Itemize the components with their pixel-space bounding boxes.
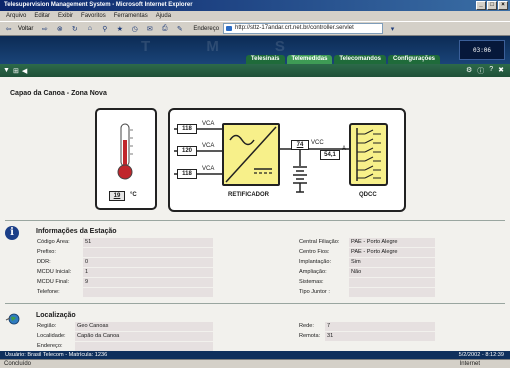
tree-icon[interactable]: ⊞ — [13, 67, 19, 75]
security-zone: Internet — [459, 361, 480, 367]
thermometer-icon — [117, 123, 133, 180]
qdcc-label: QDCC — [359, 192, 377, 198]
vca-label-3: VCA — [202, 166, 215, 172]
browser-toolbar: ⇦ Voltar ⇨ ⊗ ↻ ⌂ ⚲ ★ ◷ ✉ ⎙ ✎ Endereço ht… — [0, 21, 510, 36]
menu-editar[interactable]: Editar — [34, 11, 50, 21]
history-icon[interactable]: ◷ — [129, 23, 140, 34]
current-value: 54,1 — [320, 150, 340, 160]
station-info-title: Informações da Estação — [36, 228, 117, 235]
config-icon[interactable]: ⚙ — [466, 66, 472, 76]
vcc-label: VCC — [311, 140, 324, 146]
site-title: Capao da Canoa - Zona Nova — [10, 90, 107, 97]
minimize-button[interactable]: _ — [476, 1, 486, 10]
rectifier-icon — [225, 126, 277, 183]
filter-icon[interactable]: ▼ — [3, 67, 10, 74]
stop-icon[interactable]: ⊗ — [54, 23, 65, 34]
collapse-icon[interactable]: ◀ — [22, 67, 27, 75]
field-mcdu-final: MCDU Final: 9 — [37, 278, 213, 287]
section-divider-2 — [5, 303, 505, 304]
field-ampliacao: Ampliação: Não — [299, 268, 435, 277]
menu-favoritos[interactable]: Favoritos — [81, 11, 106, 21]
temperature-unit: °C — [130, 192, 137, 198]
window-title: Telesupervision Management System - Micr… — [4, 2, 193, 8]
print-icon[interactable]: ⎙ — [159, 23, 170, 34]
field-prefixo: Prefixo: — [37, 248, 213, 257]
menu-arquivo[interactable]: Arquivo — [6, 11, 26, 21]
back-arrow-icon[interactable]: ⇦ — [3, 23, 14, 34]
window-controls: _ □ × — [476, 1, 508, 10]
field-sistemas: Sistemas: — [299, 278, 435, 287]
rectifier-label: RETIFICADOR — [228, 192, 269, 198]
info-nav-icon[interactable]: ⓘ — [477, 66, 484, 76]
mail-icon[interactable]: ✉ — [144, 23, 155, 34]
datetime-status: 5/2/2002 - 8:12:39 — [458, 352, 504, 358]
help-icon[interactable]: ? — [489, 66, 493, 76]
temperature-panel: 19 °C — [95, 108, 157, 210]
vca-label-1: VCA — [202, 121, 215, 127]
field-centro-fios: Centro Fios: PAE - Porto Alegre — [299, 248, 435, 257]
main-content: Capao da Canoa - Zona Nova 19 °C 118 120… — [0, 77, 510, 351]
field-tipo-juntor: Tipo Juntor : — [299, 288, 435, 297]
search-icon[interactable]: ⚲ — [99, 23, 110, 34]
app-header: T M S Telesinais Telemedidas Telecomando… — [0, 36, 510, 64]
browser-status-bar: Concluído Internet — [0, 359, 510, 368]
menu-bar: Arquivo Editar Exibir Favoritos Ferramen… — [0, 11, 510, 21]
refresh-icon[interactable]: ↻ — [69, 23, 80, 34]
menu-ferramentas[interactable]: Ferramentas — [114, 11, 148, 21]
tab-telesinais[interactable]: Telesinais — [245, 55, 285, 64]
field-rede: Rede: 7 — [299, 322, 435, 331]
page-load-status: Concluído — [4, 361, 32, 367]
section-divider — [5, 220, 505, 221]
window-titlebar: Telesupervision Management System - Micr… — [0, 0, 510, 11]
exit-icon[interactable]: ✖ — [498, 66, 504, 76]
qdcc-block — [349, 123, 388, 186]
location-title: Localização — [36, 312, 76, 319]
menu-exibir[interactable]: Exibir — [58, 11, 73, 21]
tab-telecomandos[interactable]: Telecomandos — [334, 55, 386, 64]
menu-ajuda[interactable]: Ajuda — [156, 11, 171, 21]
temperature-value: 19 — [109, 191, 125, 201]
sub-navigation-bar: ▼ ⊞ ◀ ⚙ ⓘ ? ✖ — [0, 64, 510, 77]
rectifier-block — [222, 123, 280, 186]
vca-value-2: 120 — [177, 146, 197, 156]
power-diagram-panel: 118 120 118 VCA VCA VCA RETIFICADOR 74 V… — [168, 108, 406, 212]
tab-telemedidas[interactable]: Telemedidas — [286, 55, 333, 64]
vcc-value: 74 — [291, 140, 309, 150]
field-ddr: DDR: 0 — [37, 258, 213, 267]
current-unit: A — [342, 146, 347, 152]
main-tabs: Telesinais Telemedidas Telecomandos Conf… — [245, 55, 440, 64]
address-label: Endereço — [193, 25, 220, 32]
field-telefone: Telefone: — [37, 288, 213, 297]
field-endereco: Endereço: — [37, 342, 213, 351]
vca-value-1: 118 — [177, 124, 197, 134]
field-regiao: Região: Geo Canoas — [37, 322, 213, 331]
tab-configuracoes[interactable]: Configurações — [387, 55, 440, 64]
globe-icon — [5, 313, 20, 325]
back-button-label[interactable]: Voltar — [18, 26, 33, 32]
user-status: Usuário: Brasil Telecom - Matrícula: 123… — [5, 352, 108, 358]
home-icon[interactable]: ⌂ — [84, 23, 95, 34]
maximize-button[interactable]: □ — [487, 1, 497, 10]
forward-arrow-icon[interactable]: ⇨ — [39, 23, 50, 34]
qdcc-breakers-icon — [356, 128, 381, 181]
vca-label-2: VCA — [202, 143, 215, 149]
edit-icon[interactable]: ✎ — [174, 23, 185, 34]
app-status-bar: Usuário: Brasil Telecom - Matrícula: 123… — [0, 351, 510, 359]
field-codigo-area: Código Área: 51 — [37, 238, 213, 247]
address-dropdown-icon[interactable]: ▾ — [387, 23, 398, 34]
header-clock: 03:06 — [459, 40, 505, 60]
favorites-icon[interactable]: ★ — [114, 23, 125, 34]
close-button[interactable]: × — [498, 1, 508, 10]
field-central-filiacao: Central Filiação: PAE - Porto Alegre — [299, 238, 435, 247]
field-implantacao: Implantação: Sim — [299, 258, 435, 267]
info-icon: i — [5, 226, 19, 240]
field-mcdu-inicial: MCDU Inicial: 1 — [37, 268, 213, 277]
address-input[interactable]: http://sttz-17andar.crt.net.br/controlle… — [223, 23, 384, 34]
field-remota: Remota: 31 — [299, 332, 435, 341]
vca-value-3: 118 — [177, 169, 197, 179]
field-localidade: Localidade: Capão da Canoa — [37, 332, 213, 341]
